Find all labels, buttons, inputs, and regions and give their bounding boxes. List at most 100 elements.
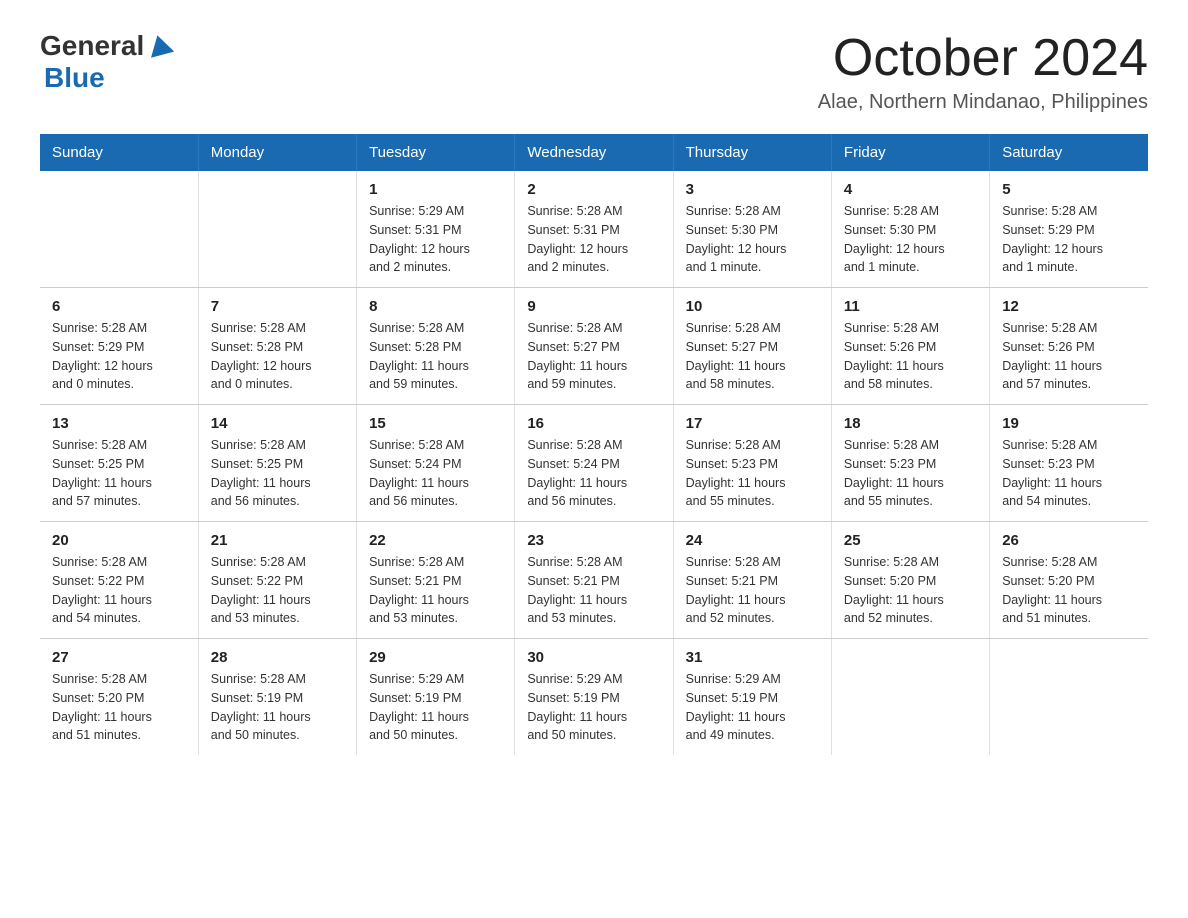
day-number: 16	[527, 415, 660, 432]
day-info: Sunrise: 5:28 AM Sunset: 5:21 PM Dayligh…	[527, 553, 660, 628]
calendar-week-row: 1Sunrise: 5:29 AM Sunset: 5:31 PM Daylig…	[40, 171, 1148, 288]
day-info: Sunrise: 5:28 AM Sunset: 5:30 PM Dayligh…	[844, 202, 977, 277]
calendar-cell: 11Sunrise: 5:28 AM Sunset: 5:26 PM Dayli…	[831, 288, 989, 405]
calendar-cell: 28 Sunrise: 5:28 AM Sunset: 5:19 PM Dayli…	[198, 639, 356, 756]
title-area: October 2024 Alae, Northern Mindanao, Ph…	[818, 30, 1148, 114]
calendar-cell: 22 Sunrise: 5:28 AM Sunset: 5:21 PM Dayli…	[357, 522, 515, 639]
day-number: 26	[1002, 532, 1136, 549]
day-info: Sunrise: 5:28 AM Sunset: 5:31 PM Dayligh…	[527, 202, 660, 277]
calendar-cell: 23 Sunrise: 5:28 AM Sunset: 5:21 PM Dayli…	[515, 522, 673, 639]
day-number: 12	[1002, 298, 1136, 315]
calendar-cell: 21Sunrise: 5:28 AM Sunset: 5:22 PM Dayli…	[198, 522, 356, 639]
calendar-cell: 25 Sunrise: 5:28 AM Sunset: 5:20 PM Dayli…	[831, 522, 989, 639]
day-number: 23	[527, 532, 660, 549]
day-number: 8	[369, 298, 502, 315]
weekday-header: Friday	[831, 134, 989, 171]
weekday-header: Tuesday	[357, 134, 515, 171]
day-info: Sunrise: 5:28 AM Sunset: 5:30 PM Dayligh…	[686, 202, 819, 277]
day-number: 21	[211, 532, 344, 549]
day-info: Sunrise: 5:28 AM Sunset: 5:27 PM Dayligh…	[527, 319, 660, 394]
calendar-cell: 8Sunrise: 5:28 AM Sunset: 5:28 PM Daylig…	[357, 288, 515, 405]
day-number: 3	[686, 181, 819, 198]
day-number: 7	[211, 298, 344, 315]
day-number: 13	[52, 415, 186, 432]
day-info: Sunrise: 5:28 AM Sunset: 5:23 PM Dayligh…	[686, 436, 819, 511]
day-info: Sunrise: 5:28 AM Sunset: 5:20 PM Dayligh…	[844, 553, 977, 628]
day-number: 15	[369, 415, 502, 432]
calendar-week-row: 6Sunrise: 5:28 AM Sunset: 5:29 PM Daylig…	[40, 288, 1148, 405]
calendar-cell: 4 Sunrise: 5:28 AM Sunset: 5:30 PM Daylig…	[831, 171, 989, 288]
day-info: Sunrise: 5:28 AM Sunset: 5:19 PM Dayligh…	[211, 670, 344, 745]
calendar-cell: 15 Sunrise: 5:28 AM Sunset: 5:24 PM Dayli…	[357, 405, 515, 522]
calendar-cell: 1Sunrise: 5:29 AM Sunset: 5:31 PM Daylig…	[357, 171, 515, 288]
day-info: Sunrise: 5:28 AM Sunset: 5:29 PM Dayligh…	[1002, 202, 1136, 277]
day-number: 20	[52, 532, 186, 549]
calendar-cell: 18 Sunrise: 5:28 AM Sunset: 5:23 PM Dayli…	[831, 405, 989, 522]
day-info: Sunrise: 5:28 AM Sunset: 5:24 PM Dayligh…	[527, 436, 660, 511]
calendar-table: SundayMondayTuesdayWednesdayThursdayFrid…	[40, 134, 1148, 755]
day-info: Sunrise: 5:28 AM Sunset: 5:22 PM Dayligh…	[52, 553, 186, 628]
day-number: 19	[1002, 415, 1136, 432]
calendar-cell: 6Sunrise: 5:28 AM Sunset: 5:29 PM Daylig…	[40, 288, 198, 405]
day-number: 29	[369, 649, 502, 666]
day-number: 24	[686, 532, 819, 549]
header: General Blue October 2024 Alae, Northern…	[40, 30, 1148, 114]
day-number: 30	[527, 649, 660, 666]
subtitle: Alae, Northern Mindanao, Philippines	[818, 91, 1148, 114]
day-info: Sunrise: 5:29 AM Sunset: 5:19 PM Dayligh…	[527, 670, 660, 745]
day-number: 10	[686, 298, 819, 315]
day-info: Sunrise: 5:29 AM Sunset: 5:19 PM Dayligh…	[369, 670, 502, 745]
calendar-week-row: 27Sunrise: 5:28 AM Sunset: 5:20 PM Dayli…	[40, 639, 1148, 756]
calendar-week-row: 13 Sunrise: 5:28 AM Sunset: 5:25 PM Dayli…	[40, 405, 1148, 522]
day-info: Sunrise: 5:29 AM Sunset: 5:19 PM Dayligh…	[686, 670, 819, 745]
page-title: October 2024	[818, 30, 1148, 87]
calendar-cell: 24Sunrise: 5:28 AM Sunset: 5:21 PM Dayli…	[673, 522, 831, 639]
weekday-header: Wednesday	[515, 134, 673, 171]
calendar-cell: 29 Sunrise: 5:29 AM Sunset: 5:19 PM Dayli…	[357, 639, 515, 756]
calendar-cell: 20 Sunrise: 5:28 AM Sunset: 5:22 PM Dayli…	[40, 522, 198, 639]
day-info: Sunrise: 5:28 AM Sunset: 5:28 PM Dayligh…	[211, 319, 344, 394]
day-number: 14	[211, 415, 344, 432]
day-number: 22	[369, 532, 502, 549]
calendar-cell: 3 Sunrise: 5:28 AM Sunset: 5:30 PM Daylig…	[673, 171, 831, 288]
day-info: Sunrise: 5:28 AM Sunset: 5:21 PM Dayligh…	[369, 553, 502, 628]
day-number: 17	[686, 415, 819, 432]
logo-general-text: General	[40, 30, 144, 62]
calendar-cell	[40, 171, 198, 288]
logo-blue-text: Blue	[44, 62, 105, 93]
calendar-cell: 19 Sunrise: 5:28 AM Sunset: 5:23 PM Dayli…	[990, 405, 1148, 522]
day-info: Sunrise: 5:28 AM Sunset: 5:23 PM Dayligh…	[844, 436, 977, 511]
weekday-header: Thursday	[673, 134, 831, 171]
calendar-cell	[198, 171, 356, 288]
calendar-cell: 17 Sunrise: 5:28 AM Sunset: 5:23 PM Dayli…	[673, 405, 831, 522]
day-number: 27	[52, 649, 186, 666]
day-info: Sunrise: 5:28 AM Sunset: 5:25 PM Dayligh…	[211, 436, 344, 511]
day-info: Sunrise: 5:28 AM Sunset: 5:26 PM Dayligh…	[844, 319, 977, 394]
day-number: 4	[844, 181, 977, 198]
calendar-cell: 5Sunrise: 5:28 AM Sunset: 5:29 PM Daylig…	[990, 171, 1148, 288]
day-number: 18	[844, 415, 977, 432]
logo-icon	[146, 31, 174, 59]
day-info: Sunrise: 5:28 AM Sunset: 5:23 PM Dayligh…	[1002, 436, 1136, 511]
day-info: Sunrise: 5:28 AM Sunset: 5:27 PM Dayligh…	[686, 319, 819, 394]
calendar-cell: 30 Sunrise: 5:29 AM Sunset: 5:19 PM Dayli…	[515, 639, 673, 756]
calendar-cell: 12Sunrise: 5:28 AM Sunset: 5:26 PM Dayli…	[990, 288, 1148, 405]
day-number: 28	[211, 649, 344, 666]
calendar-cell: 13Sunrise: 5:28 AM Sunset: 5:25 PM Dayli…	[40, 405, 198, 522]
calendar-cell: 26Sunrise: 5:28 AM Sunset: 5:20 PM Dayli…	[990, 522, 1148, 639]
calendar-cell	[831, 639, 989, 756]
calendar-cell: 2Sunrise: 5:28 AM Sunset: 5:31 PM Daylig…	[515, 171, 673, 288]
weekday-header: Monday	[198, 134, 356, 171]
day-number: 9	[527, 298, 660, 315]
calendar-cell: 16 Sunrise: 5:28 AM Sunset: 5:24 PM Dayli…	[515, 405, 673, 522]
logo: General Blue	[40, 30, 174, 94]
calendar-cell	[990, 639, 1148, 756]
day-number: 25	[844, 532, 977, 549]
weekday-header: Saturday	[990, 134, 1148, 171]
calendar-cell: 9 Sunrise: 5:28 AM Sunset: 5:27 PM Daylig…	[515, 288, 673, 405]
calendar-cell: 10 Sunrise: 5:28 AM Sunset: 5:27 PM Dayli…	[673, 288, 831, 405]
day-info: Sunrise: 5:28 AM Sunset: 5:24 PM Dayligh…	[369, 436, 502, 511]
day-info: Sunrise: 5:28 AM Sunset: 5:29 PM Dayligh…	[52, 319, 186, 394]
calendar-cell: 7 Sunrise: 5:28 AM Sunset: 5:28 PM Daylig…	[198, 288, 356, 405]
day-number: 31	[686, 649, 819, 666]
